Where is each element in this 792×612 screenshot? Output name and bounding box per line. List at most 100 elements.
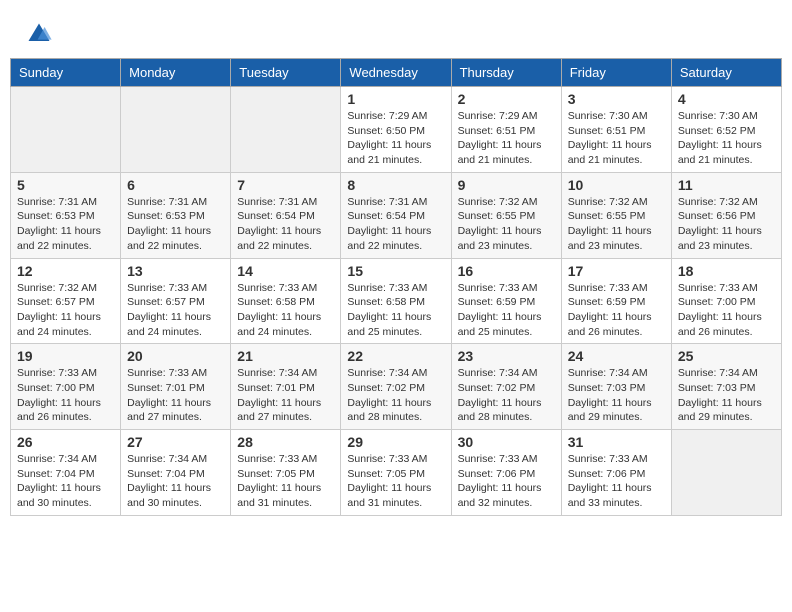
calendar-cell: 13 Sunrise: 7:33 AMSunset: 6:57 PMDayligh… (121, 258, 231, 344)
day-number: 4 (678, 91, 775, 107)
day-number: 19 (17, 348, 114, 364)
calendar-cell: 27 Sunrise: 7:34 AMSunset: 7:04 PMDayligh… (121, 430, 231, 516)
calendar-cell: 28 Sunrise: 7:33 AMSunset: 7:05 PMDayligh… (231, 430, 341, 516)
day-info: Sunrise: 7:33 AMSunset: 7:06 PMDaylight:… (458, 452, 555, 511)
day-number: 30 (458, 434, 555, 450)
calendar-cell (121, 87, 231, 173)
calendar-table: SundayMondayTuesdayWednesdayThursdayFrid… (10, 58, 782, 516)
calendar-cell: 14Sunrise: 7:33 AMSunset: 6:58 PMDayligh… (231, 258, 341, 344)
day-info: Sunrise: 7:33 AMSunset: 6:57 PMDaylight:… (127, 281, 224, 340)
day-number: 6 (127, 177, 224, 193)
day-info: Sunrise: 7:32 AMSunset: 6:57 PMDaylight:… (17, 281, 114, 340)
day-number: 5 (17, 177, 114, 193)
day-number: 31 (568, 434, 665, 450)
day-number: 15 (347, 263, 444, 279)
calendar-cell: 31 Sunrise: 7:33 AMSunset: 7:06 PMDayligh… (561, 430, 671, 516)
day-info: Sunrise: 7:31 AMSunset: 6:54 PMDaylight:… (237, 195, 334, 254)
day-number: 13 (127, 263, 224, 279)
day-info: Sunrise: 7:31 AMSunset: 6:53 PMDaylight:… (17, 195, 114, 254)
day-info: Sunrise: 7:30 AMSunset: 6:51 PMDaylight:… (568, 109, 665, 168)
calendar-cell: 17 Sunrise: 7:33 AMSunset: 6:59 PMDayligh… (561, 258, 671, 344)
day-info: Sunrise: 7:32 AMSunset: 6:56 PMDaylight:… (678, 195, 775, 254)
day-info: Sunrise: 7:32 AMSunset: 6:55 PMDaylight:… (568, 195, 665, 254)
weekday-header-friday: Friday (561, 59, 671, 87)
day-number: 12 (17, 263, 114, 279)
day-info: Sunrise: 7:31 AMSunset: 6:53 PMDaylight:… (127, 195, 224, 254)
day-info: Sunrise: 7:34 AMSunset: 7:04 PMDaylight:… (127, 452, 224, 511)
day-number: 29 (347, 434, 444, 450)
day-info: Sunrise: 7:33 AMSunset: 6:59 PMDaylight:… (568, 281, 665, 340)
day-number: 8 (347, 177, 444, 193)
day-info: Sunrise: 7:29 AMSunset: 6:51 PMDaylight:… (458, 109, 555, 168)
day-info: Sunrise: 7:34 AMSunset: 7:03 PMDaylight:… (678, 366, 775, 425)
calendar-cell: 19 Sunrise: 7:33 AMSunset: 7:00 PMDayligh… (11, 344, 121, 430)
calendar-cell: 25 Sunrise: 7:34 AMSunset: 7:03 PMDayligh… (671, 344, 781, 430)
day-number: 26 (17, 434, 114, 450)
calendar-cell: 23Sunrise: 7:34 AMSunset: 7:02 PMDayligh… (451, 344, 561, 430)
day-info: Sunrise: 7:33 AMSunset: 7:05 PMDaylight:… (347, 452, 444, 511)
day-info: Sunrise: 7:29 AMSunset: 6:50 PMDaylight:… (347, 109, 444, 168)
calendar-cell (671, 430, 781, 516)
calendar-cell: 18 Sunrise: 7:33 AMSunset: 7:00 PMDayligh… (671, 258, 781, 344)
day-number: 14 (237, 263, 334, 279)
day-number: 3 (568, 91, 665, 107)
weekday-header-sunday: Sunday (11, 59, 121, 87)
weekday-header-saturday: Saturday (671, 59, 781, 87)
day-info: Sunrise: 7:34 AMSunset: 7:02 PMDaylight:… (347, 366, 444, 425)
calendar-cell: 22 Sunrise: 7:34 AMSunset: 7:02 PMDayligh… (341, 344, 451, 430)
page-header (10, 10, 782, 53)
weekday-header-tuesday: Tuesday (231, 59, 341, 87)
day-number: 9 (458, 177, 555, 193)
weekday-header-wednesday: Wednesday (341, 59, 451, 87)
day-info: Sunrise: 7:33 AMSunset: 7:00 PMDaylight:… (17, 366, 114, 425)
calendar-cell: 12 Sunrise: 7:32 AMSunset: 6:57 PMDayligh… (11, 258, 121, 344)
calendar-cell: 11 Sunrise: 7:32 AMSunset: 6:56 PMDayligh… (671, 172, 781, 258)
calendar-cell: 15 Sunrise: 7:33 AMSunset: 6:58 PMDayligh… (341, 258, 451, 344)
calendar-cell: 4 Sunrise: 7:30 AMSunset: 6:52 PMDaylight… (671, 87, 781, 173)
day-number: 10 (568, 177, 665, 193)
weekday-header-monday: Monday (121, 59, 231, 87)
day-number: 27 (127, 434, 224, 450)
calendar-cell (231, 87, 341, 173)
calendar-cell: 8 Sunrise: 7:31 AMSunset: 6:54 PMDaylight… (341, 172, 451, 258)
day-info: Sunrise: 7:33 AMSunset: 7:05 PMDaylight:… (237, 452, 334, 511)
day-info: Sunrise: 7:31 AMSunset: 6:54 PMDaylight:… (347, 195, 444, 254)
logo (25, 20, 57, 48)
day-info: Sunrise: 7:33 AMSunset: 7:00 PMDaylight:… (678, 281, 775, 340)
calendar-cell: 10 Sunrise: 7:32 AMSunset: 6:55 PMDayligh… (561, 172, 671, 258)
day-number: 25 (678, 348, 775, 364)
calendar-cell: 20 Sunrise: 7:33 AMSunset: 7:01 PMDayligh… (121, 344, 231, 430)
day-info: Sunrise: 7:33 AMSunset: 6:59 PMDaylight:… (458, 281, 555, 340)
calendar-cell: 16 Sunrise: 7:33 AMSunset: 6:59 PMDayligh… (451, 258, 561, 344)
day-number: 23 (458, 348, 555, 364)
weekday-header-thursday: Thursday (451, 59, 561, 87)
day-info: Sunrise: 7:33 AMSunset: 7:01 PMDaylight:… (127, 366, 224, 425)
calendar-cell: 21Sunrise: 7:34 AMSunset: 7:01 PMDayligh… (231, 344, 341, 430)
logo-icon (25, 20, 53, 48)
calendar-cell: 29 Sunrise: 7:33 AMSunset: 7:05 PMDayligh… (341, 430, 451, 516)
calendar-cell: 7 Sunrise: 7:31 AMSunset: 6:54 PMDaylight… (231, 172, 341, 258)
day-info: Sunrise: 7:34 AMSunset: 7:03 PMDaylight:… (568, 366, 665, 425)
day-number: 21 (237, 348, 334, 364)
day-number: 22 (347, 348, 444, 364)
day-number: 20 (127, 348, 224, 364)
day-info: Sunrise: 7:30 AMSunset: 6:52 PMDaylight:… (678, 109, 775, 168)
day-number: 11 (678, 177, 775, 193)
day-info: Sunrise: 7:33 AMSunset: 7:06 PMDaylight:… (568, 452, 665, 511)
calendar-cell: 3 Sunrise: 7:30 AMSunset: 6:51 PMDaylight… (561, 87, 671, 173)
day-info: Sunrise: 7:34 AMSunset: 7:04 PMDaylight:… (17, 452, 114, 511)
calendar-cell: 5 Sunrise: 7:31 AMSunset: 6:53 PMDaylight… (11, 172, 121, 258)
calendar-cell: 26 Sunrise: 7:34 AMSunset: 7:04 PMDayligh… (11, 430, 121, 516)
day-number: 7 (237, 177, 334, 193)
day-number: 2 (458, 91, 555, 107)
calendar-cell: 24 Sunrise: 7:34 AMSunset: 7:03 PMDayligh… (561, 344, 671, 430)
day-number: 16 (458, 263, 555, 279)
day-number: 1 (347, 91, 444, 107)
day-number: 18 (678, 263, 775, 279)
calendar-cell: 1 Sunrise: 7:29 AMSunset: 6:50 PMDaylight… (341, 87, 451, 173)
calendar-cell: 2 Sunrise: 7:29 AMSunset: 6:51 PMDaylight… (451, 87, 561, 173)
day-info: Sunrise: 7:33 AMSunset: 6:58 PMDaylight:… (347, 281, 444, 340)
day-number: 28 (237, 434, 334, 450)
day-number: 17 (568, 263, 665, 279)
day-number: 24 (568, 348, 665, 364)
